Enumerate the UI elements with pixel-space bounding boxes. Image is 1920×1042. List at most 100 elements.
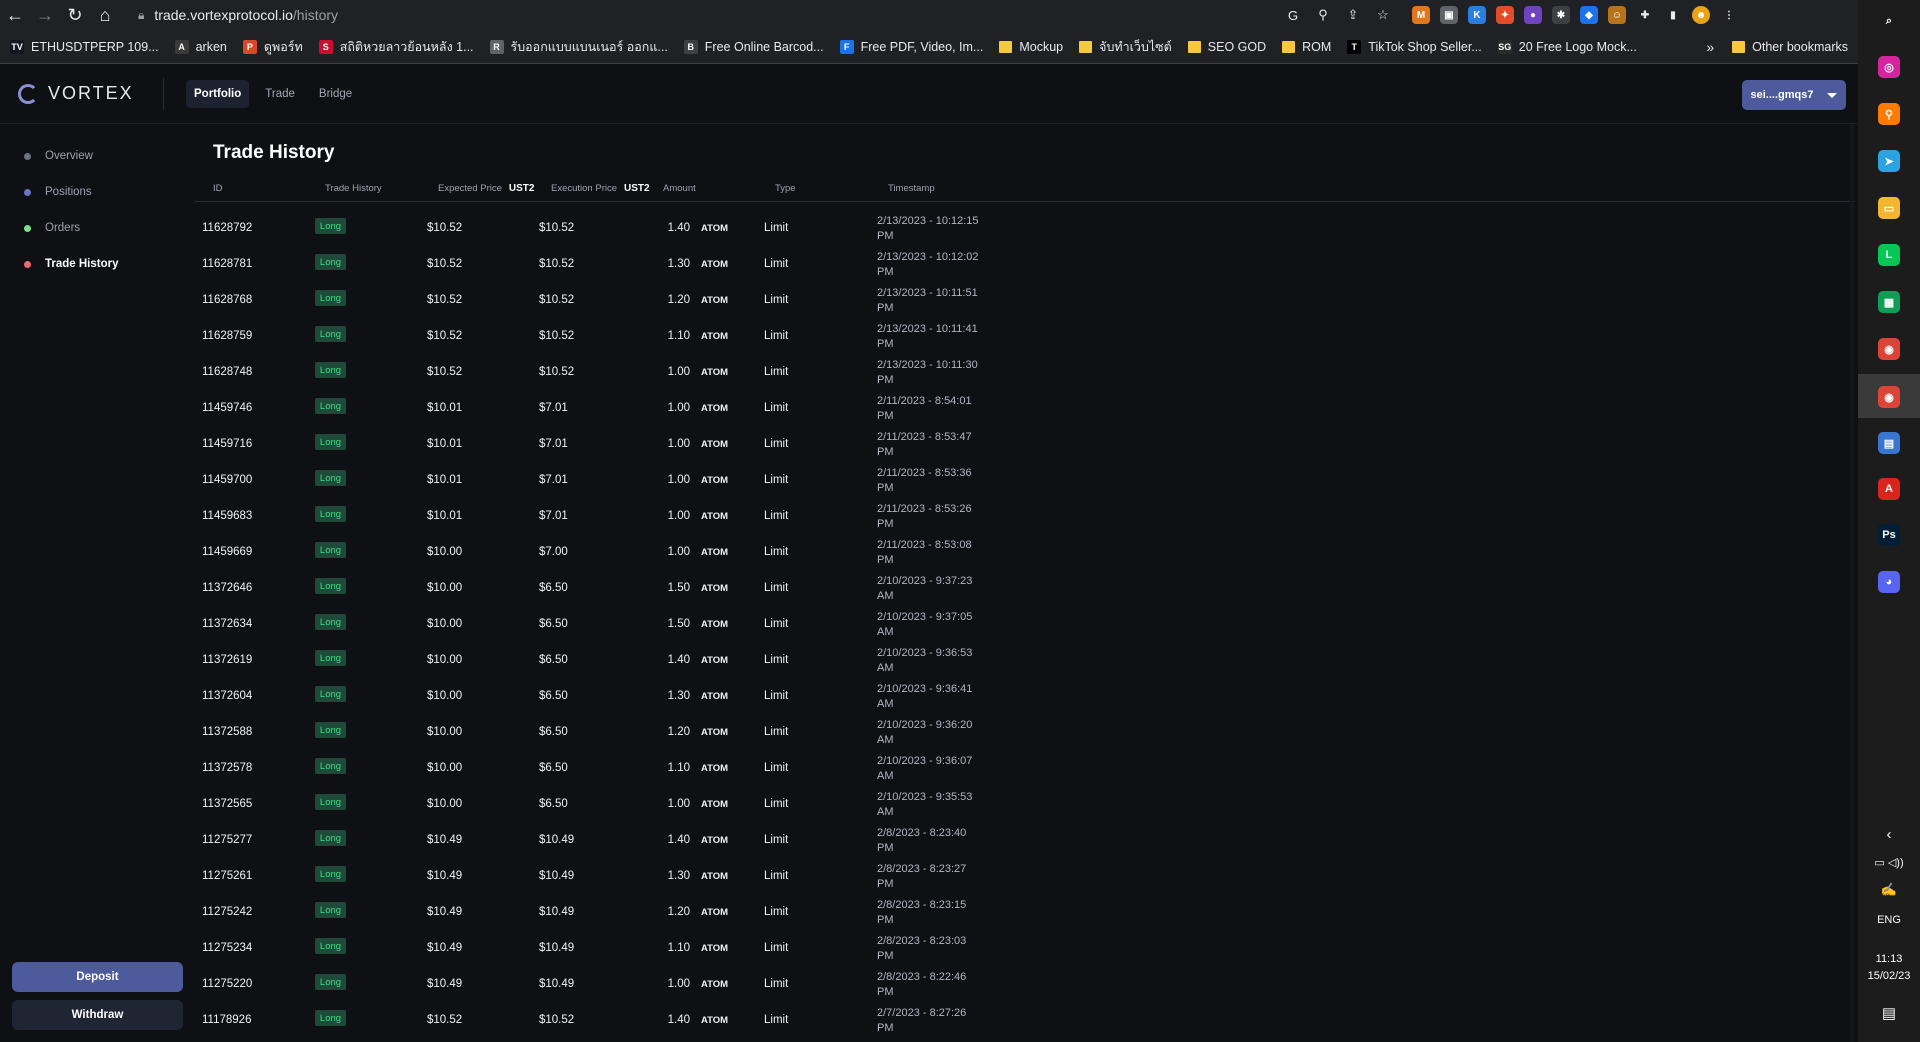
bookmarks-more-icon[interactable]: »: [1706, 39, 1714, 55]
sidebar-item-trade-history[interactable]: Trade History: [0, 246, 193, 282]
fire-extension-icon[interactable]: ✦: [1496, 6, 1514, 24]
order-type: Limit: [764, 726, 789, 738]
extension-window-icon[interactable]: ▣: [1440, 6, 1458, 24]
kebab-menu-icon[interactable]: ⋮: [1720, 6, 1738, 24]
bookmark-item[interactable]: จับทำเว็บไซต์: [1079, 37, 1172, 57]
notifications-icon[interactable]: ▤: [1858, 1004, 1920, 1022]
google-icon[interactable]: G: [1284, 6, 1302, 24]
sidebar-item-positions[interactable]: Positions: [0, 174, 193, 210]
gear-extension-icon[interactable]: ✱: [1552, 6, 1570, 24]
table-row[interactable]: 11178926 Long $10.52 $10.52 1.40 ATOM Limit 2/7…: [195, 1002, 1855, 1038]
table-row[interactable]: 11372604 Long $10.00 $6.50 1.30 ATOM Limit 2/10…: [195, 678, 1855, 714]
nav-tab-trade[interactable]: Trade: [257, 80, 303, 108]
bookmark-item[interactable]: SEO GOD: [1187, 40, 1266, 54]
acrobat-icon[interactable]: A: [1878, 478, 1900, 500]
sidebar-item-overview[interactable]: Overview: [0, 138, 193, 174]
address-bar[interactable]: 🔒︎ trade.vortexprotocol.io/history G ⚲ ⇪…: [128, 2, 1398, 28]
timestamp: 2/13/2023 - 10:11:41 PM: [877, 322, 997, 352]
bookmark-item[interactable]: S สถิติหวยลาวย้อนหลัง 1...: [318, 37, 474, 57]
withdraw-button[interactable]: Withdraw: [12, 1000, 183, 1030]
table-row[interactable]: 11628781 Long $10.52 $10.52 1.30 ATOM Limit 2/1…: [195, 246, 1855, 282]
bookmark-item[interactable]: P ดูพอร์ท: [242, 37, 303, 57]
vortex-logo[interactable]: VORTEX: [18, 83, 163, 104]
zoom-icon[interactable]: ⚲: [1314, 6, 1332, 24]
puzzle-icon[interactable]: ✚: [1636, 6, 1654, 24]
purple-extension-icon[interactable]: ●: [1524, 6, 1542, 24]
side-badge: Long: [315, 326, 346, 342]
photoshop-icon[interactable]: Ps: [1878, 524, 1900, 546]
table-row[interactable]: 11275277 Long $10.49 $10.49 1.40 ATOM Limit 2/8…: [195, 822, 1855, 858]
bookmark-item[interactable]: TV ETHUSDTPERP 109...: [10, 39, 159, 54]
nav-tab-bridge[interactable]: Bridge: [311, 80, 360, 108]
table-row[interactable]: 11459683 Long $10.01 $7.01 1.00 ATOM Limit 2/11…: [195, 498, 1855, 534]
table-row[interactable]: 11372619 Long $10.00 $6.50 1.40 ATOM Limit 2/10…: [195, 642, 1855, 678]
file-explorer-icon[interactable]: ▭: [1878, 197, 1900, 219]
tray-icons[interactable]: ▭ ◁)): [1858, 856, 1920, 869]
deposit-button[interactable]: Deposit: [12, 962, 183, 992]
back-arrow-icon[interactable]: ←: [0, 0, 30, 30]
side-panel-icon[interactable]: ▮: [1664, 6, 1682, 24]
cat-extension-icon[interactable]: ☺: [1608, 6, 1626, 24]
table-row[interactable]: 11275261 Long $10.49 $10.49 1.30 ATOM Limit 2/8…: [195, 858, 1855, 894]
instagram-icon[interactable]: ◎: [1878, 56, 1900, 78]
pen-icon[interactable]: ✍: [1858, 882, 1920, 898]
bookmark-item[interactable]: R รับออกแบบแบนเนอร์ ออกแ...: [489, 37, 668, 57]
bookmark-item[interactable]: B Free Online Barcod...: [683, 39, 824, 54]
bookmark-item[interactable]: Mockup: [999, 40, 1063, 54]
table-row[interactable]: 11628759 Long $10.52 $10.52 1.10 ATOM Limit 2/1…: [195, 318, 1855, 354]
bookmark-item[interactable]: SG 20 Free Logo Mock...: [1497, 39, 1637, 54]
timestamp-meridiem: PM: [877, 554, 894, 566]
telegram-icon[interactable]: ➤: [1878, 150, 1900, 172]
execution-price: $7.01: [539, 438, 568, 450]
discord-icon[interactable]: ◕: [1878, 571, 1900, 593]
bookmark-item[interactable]: T TikTok Shop Seller...: [1347, 39, 1482, 54]
execution-price: $7.01: [539, 510, 568, 522]
table-row[interactable]: 11628748 Long $10.52 $10.52 1.00 ATOM Limit 2/1…: [195, 354, 1855, 390]
home-icon[interactable]: ⌂: [90, 0, 120, 30]
scrollbar[interactable]: [1850, 124, 1854, 1042]
bookmark-star-icon[interactable]: ☆: [1374, 6, 1392, 24]
table-row[interactable]: 11459700 Long $10.01 $7.01 1.00 ATOM Limit 2/11…: [195, 462, 1855, 498]
reload-icon[interactable]: ↻: [60, 0, 90, 30]
magnifier-app-icon[interactable]: ⚲: [1878, 103, 1900, 125]
search-icon[interactable]: ⌕: [1878, 10, 1900, 32]
table-row[interactable]: 11628792 Long $10.52 $10.52 1.40 ATOM Limit 2/1…: [195, 210, 1855, 246]
table-row[interactable]: 11275234 Long $10.49 $10.49 1.10 ATOM Limit 2/8…: [195, 930, 1855, 966]
url-domain: trade.vortexprotocol.io: [154, 7, 293, 23]
clock-time[interactable]: 11:13: [1858, 953, 1920, 965]
table-row[interactable]: 11372646 Long $10.00 $6.50 1.50 ATOM Limit 2/10…: [195, 570, 1855, 606]
table-row[interactable]: 11459716 Long $10.01 $7.01 1.00 ATOM Limit 2/11…: [195, 426, 1855, 462]
bookmark-item[interactable]: Aarken: [174, 39, 227, 54]
table-row[interactable]: 11275220 Long $10.49 $10.49 1.00 ATOM Limit 2/8…: [195, 966, 1855, 1002]
chrome-icon[interactable]: ◉: [1878, 338, 1900, 360]
table-row[interactable]: 11372588 Long $10.00 $6.50 1.20 ATOM Limit 2/10…: [195, 714, 1855, 750]
line-icon[interactable]: L: [1878, 244, 1900, 266]
table-row[interactable]: 11372634 Long $10.00 $6.50 1.50 ATOM Limit 2/10…: [195, 606, 1855, 642]
other-bookmarks[interactable]: Other bookmarks: [1732, 40, 1848, 54]
table-row[interactable]: 11372565 Long $10.00 $6.50 1.00 ATOM Limit 2/10…: [195, 786, 1855, 822]
table-row[interactable]: 11459746 Long $10.01 $7.01 1.00 ATOM Limit 2/11…: [195, 390, 1855, 426]
sidebar-item-orders[interactable]: Orders: [0, 210, 193, 246]
forward-arrow-icon[interactable]: →: [30, 0, 60, 30]
wallet-button[interactable]: sei....gmqs7: [1742, 80, 1846, 110]
bookmark-item[interactable]: F Free PDF, Video, Im...: [839, 39, 983, 54]
language-indicator[interactable]: ENG: [1858, 914, 1920, 926]
profile-avatar[interactable]: ☻: [1692, 6, 1710, 24]
table-row[interactable]: 11459669 Long $10.00 $7.00 1.00 ATOM Limit 2/11…: [195, 534, 1855, 570]
table-row[interactable]: 11372578 Long $10.00 $6.50 1.10 ATOM Limit 2/10…: [195, 750, 1855, 786]
clock-date[interactable]: 15/02/23: [1858, 970, 1920, 982]
chevron-left-icon[interactable]: ‹: [1858, 826, 1920, 843]
nav-tab-portfolio[interactable]: Portfolio: [186, 79, 250, 108]
bookmark-item[interactable]: ROM: [1282, 40, 1331, 54]
share-icon[interactable]: ⇪: [1344, 6, 1362, 24]
table-row[interactable]: 11275242 Long $10.49 $10.49 1.20 ATOM Limit 2/8…: [195, 894, 1855, 930]
metamask-icon[interactable]: M: [1412, 6, 1430, 24]
col-execution-price-label: Execution Price: [551, 183, 618, 194]
chrome-profile-icon[interactable]: ◉: [1878, 386, 1900, 408]
calculator-icon[interactable]: ▤: [1878, 432, 1900, 454]
sheets-icon[interactable]: ▦: [1878, 291, 1900, 313]
execution-price: $10.49: [539, 834, 575, 846]
table-row[interactable]: 11628768 Long $10.52 $10.52 1.20 ATOM Limit 2/1…: [195, 282, 1855, 318]
drop-extension-icon[interactable]: ◆: [1580, 6, 1598, 24]
keplr-icon[interactable]: K: [1468, 6, 1486, 24]
